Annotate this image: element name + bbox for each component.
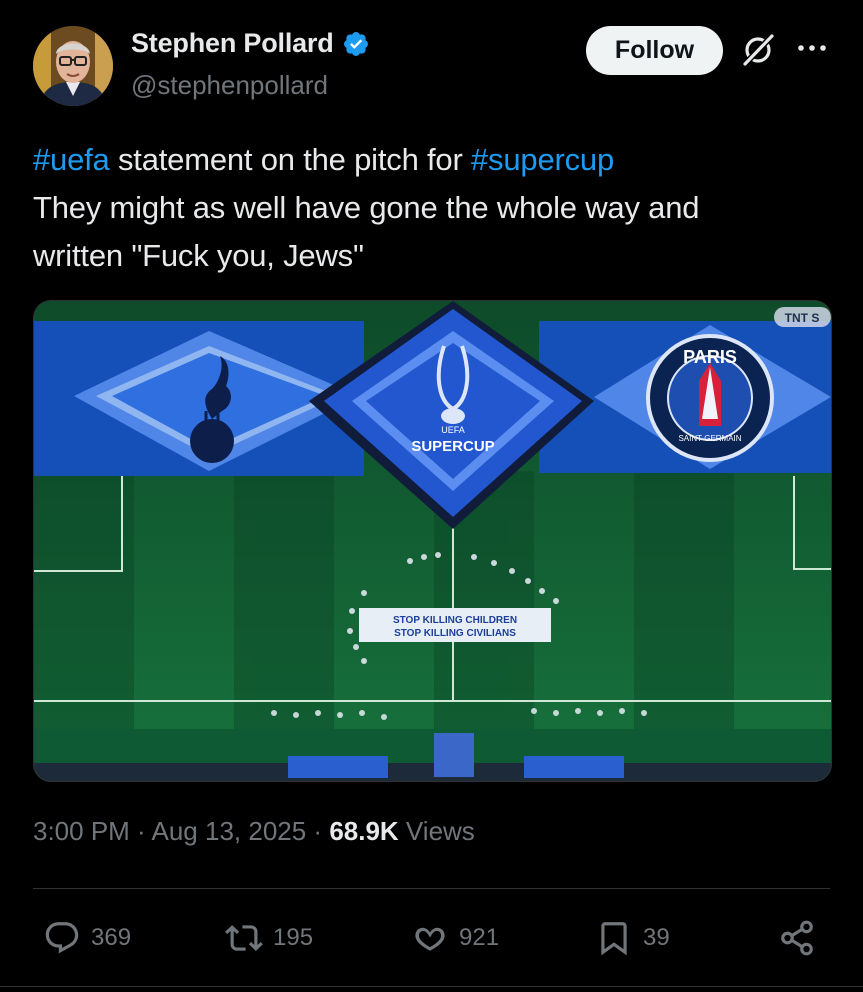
uefa-logo-small-text: UEFA	[441, 425, 465, 435]
tweet-line-2: They might as well have gone the whole w…	[33, 190, 700, 225]
meta-separator: ·	[129, 816, 152, 846]
action-bar: 369 195 921 39	[33, 912, 830, 964]
author-display-name[interactable]: Stephen Pollard	[131, 28, 334, 59]
like-count: 921	[459, 924, 500, 951]
bookmark-button[interactable]: 39	[595, 912, 670, 964]
avatar-photo	[33, 26, 113, 106]
divider	[33, 888, 830, 889]
tweet-text: #uefa statement on the pitch for #superc…	[33, 136, 823, 280]
repost-button[interactable]: 195	[225, 912, 313, 964]
tweet-line-1: #uefa statement on the pitch for #superc…	[33, 136, 823, 184]
tweet-meta: 3:00 PM · Aug 13, 2025 · 68.9K Views	[33, 816, 475, 847]
tweet-media-image[interactable]: PARIS SAINT-GERMAIN UEFA SUPERCUP TNT S	[33, 300, 832, 782]
banner-text-line-2: STOP KILLING CIVILIANS	[394, 628, 516, 639]
psg-logo-text: PARIS	[683, 347, 737, 367]
broadcaster-badge-text: TNT S	[785, 311, 820, 325]
reply-count: 369	[91, 924, 132, 951]
author-name-row[interactable]: Stephen Pollard	[131, 28, 370, 59]
repost-icon	[225, 925, 263, 951]
tweet-time[interactable]: 3:00 PM	[33, 816, 130, 846]
psg-logo-icon: PARIS SAINT-GERMAIN	[646, 334, 774, 462]
like-button[interactable]: 921	[411, 912, 499, 964]
share-icon	[781, 920, 813, 956]
stop-killing-banner: STOP KILLING CHILDREN STOP KILLING CIVIL…	[359, 608, 551, 642]
reply-button[interactable]: 369	[43, 912, 131, 964]
hashtag-supercup[interactable]: #supercup	[471, 142, 614, 177]
bookmark-icon	[601, 922, 627, 956]
bottom-divider	[0, 986, 863, 987]
bookmark-count: 39	[643, 924, 670, 951]
grok-icon[interactable]	[740, 32, 776, 68]
verified-badge-icon	[343, 31, 368, 56]
reply-icon	[45, 922, 79, 954]
views-count: 68.9K	[329, 816, 399, 846]
author-handle[interactable]: @stephenpollard	[131, 70, 328, 101]
psg-logo-subtext: SAINT-GERMAIN	[678, 434, 741, 443]
heart-icon	[415, 927, 445, 951]
tweet-line-3: written "Fuck you, Jews"	[33, 238, 364, 273]
repost-count: 195	[273, 924, 314, 951]
tweet-date[interactable]: Aug 13, 2025	[152, 816, 307, 846]
follow-button[interactable]: Follow	[586, 26, 723, 75]
share-button[interactable]	[778, 912, 816, 964]
avatar[interactable]	[33, 26, 113, 106]
views-label: Views	[398, 816, 475, 846]
banner-text-line-1: STOP KILLING CHILDREN	[393, 615, 517, 626]
tweet-text-fragment: statement on the pitch for	[109, 142, 472, 177]
supercup-logo-text: SUPERCUP	[411, 438, 494, 455]
more-options-icon[interactable]	[795, 38, 829, 58]
meta-separator: ·	[306, 816, 330, 846]
broadcaster-badge: TNT S	[774, 307, 831, 327]
hashtag-uefa[interactable]: #uefa	[33, 142, 110, 177]
